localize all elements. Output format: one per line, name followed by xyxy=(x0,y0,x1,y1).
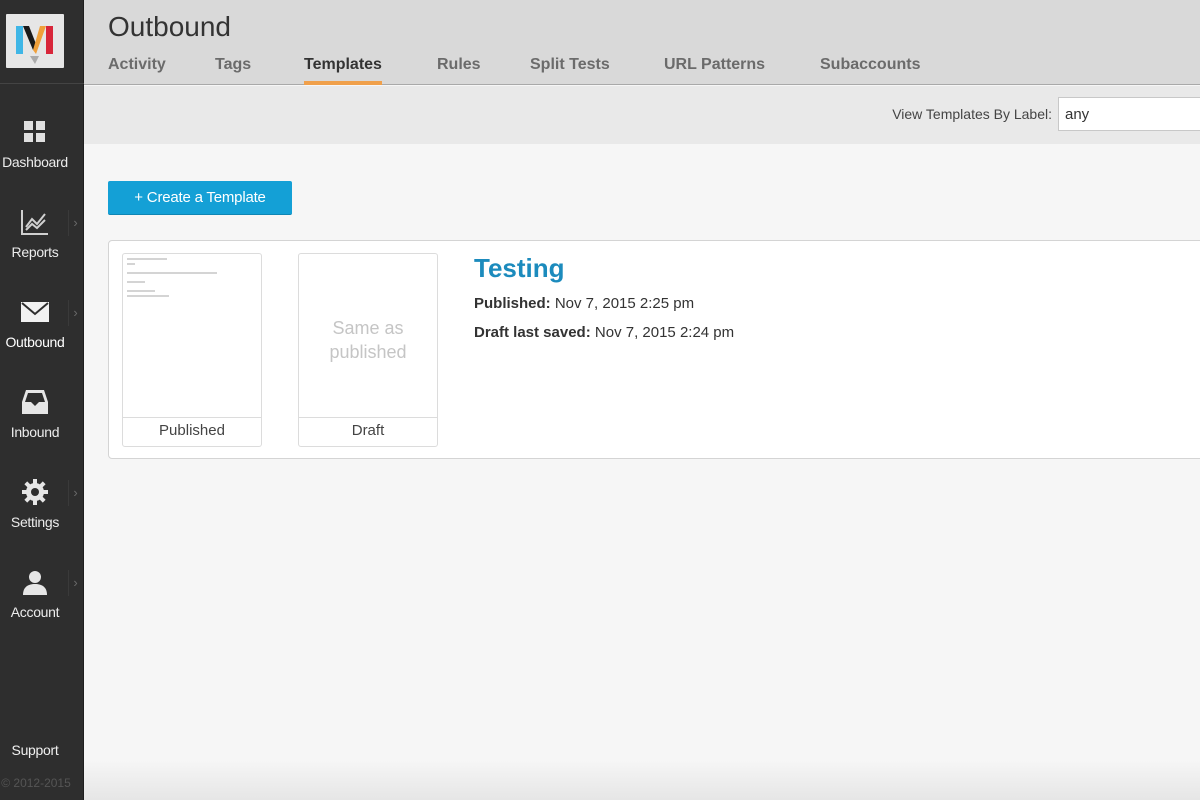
support-link[interactable]: Support xyxy=(0,742,70,758)
draft-placeholder: Same as published xyxy=(299,316,437,364)
sidebar-item-dashboard[interactable]: Dashboard xyxy=(0,98,84,188)
envelope-icon xyxy=(0,298,70,326)
published-thumbnail[interactable]: Published xyxy=(122,253,262,447)
page-title: Outbound xyxy=(108,11,231,42)
inbox-icon xyxy=(0,388,70,416)
tab-subaccounts[interactable]: Subaccounts xyxy=(820,56,920,85)
chevron-right-icon[interactable]: › xyxy=(68,300,82,326)
copyright-text: © 2012-2015 xyxy=(1,776,71,790)
chevron-right-icon[interactable]: › xyxy=(68,210,82,236)
draft-preview: Same as published xyxy=(299,254,437,418)
tab-rules[interactable]: Rules xyxy=(437,56,481,85)
published-value: Nov 7, 2015 2:25 pm xyxy=(554,295,695,312)
email-preview-text xyxy=(127,258,217,300)
grid-icon xyxy=(0,118,70,146)
chevron-right-icon[interactable]: › xyxy=(68,570,82,596)
logo-area xyxy=(0,0,84,84)
draft-saved-date: Draft last saved: Nov 7, 2015 2:24 pm xyxy=(474,324,734,341)
sidebar-item-settings[interactable]: Settings › xyxy=(0,458,84,548)
sidebar: Dashboard Reports › Outbound › Inbound S… xyxy=(0,0,84,800)
page-header: Outbound Activity Tags Templates Rules S… xyxy=(84,0,1200,85)
draft-placeholder-line2: published xyxy=(329,342,407,362)
sidebar-item-label: Inbound xyxy=(10,424,60,440)
published-label: Published: xyxy=(474,295,551,312)
draft-label: Draft last saved: xyxy=(474,324,591,341)
sidebar-item-label: Reports xyxy=(11,244,59,260)
sidebar-item-label: Dashboard xyxy=(2,154,68,170)
sidebar-item-inbound[interactable]: Inbound xyxy=(0,368,84,458)
create-template-button[interactable]: + Create a Template xyxy=(108,181,292,215)
tab-tags[interactable]: Tags xyxy=(215,56,251,85)
tab-split-tests[interactable]: Split Tests xyxy=(530,56,610,85)
published-caption: Published xyxy=(159,422,225,439)
draft-value: Nov 7, 2015 2:24 pm xyxy=(594,324,735,341)
sidebar-item-account[interactable]: Account › xyxy=(0,548,84,638)
mandrill-logo[interactable] xyxy=(6,14,64,68)
sidebar-item-reports[interactable]: Reports › xyxy=(0,188,84,278)
chevron-right-icon[interactable]: › xyxy=(68,480,82,506)
draft-thumbnail[interactable]: Same as published Draft xyxy=(298,253,438,447)
label-filter-label: View Templates By Label: xyxy=(892,106,1052,122)
gear-icon xyxy=(0,478,70,506)
draft-placeholder-line1: Same as xyxy=(332,318,404,338)
published-preview xyxy=(123,254,261,418)
template-card: Published Same as published Draft Testin… xyxy=(108,240,1200,459)
sidebar-item-label: Settings xyxy=(10,514,60,530)
sidebar-item-label: Outbound xyxy=(5,334,65,350)
draft-caption: Draft xyxy=(351,422,385,439)
tab-templates[interactable]: Templates xyxy=(304,56,382,85)
tab-activity[interactable]: Activity xyxy=(108,56,166,85)
chart-icon xyxy=(0,208,70,236)
user-icon xyxy=(0,568,70,596)
label-filter-input[interactable] xyxy=(1058,97,1200,131)
bottom-shadow xyxy=(84,760,1200,800)
published-date: Published: Nov 7, 2015 2:25 pm xyxy=(474,295,694,312)
sidebar-item-outbound[interactable]: Outbound › xyxy=(0,278,84,368)
filter-bar: View Templates By Label: xyxy=(84,86,1200,144)
tab-url-patterns[interactable]: URL Patterns xyxy=(664,56,765,85)
template-name-link[interactable]: Testing xyxy=(474,253,565,284)
sidebar-item-label: Account xyxy=(10,604,60,620)
